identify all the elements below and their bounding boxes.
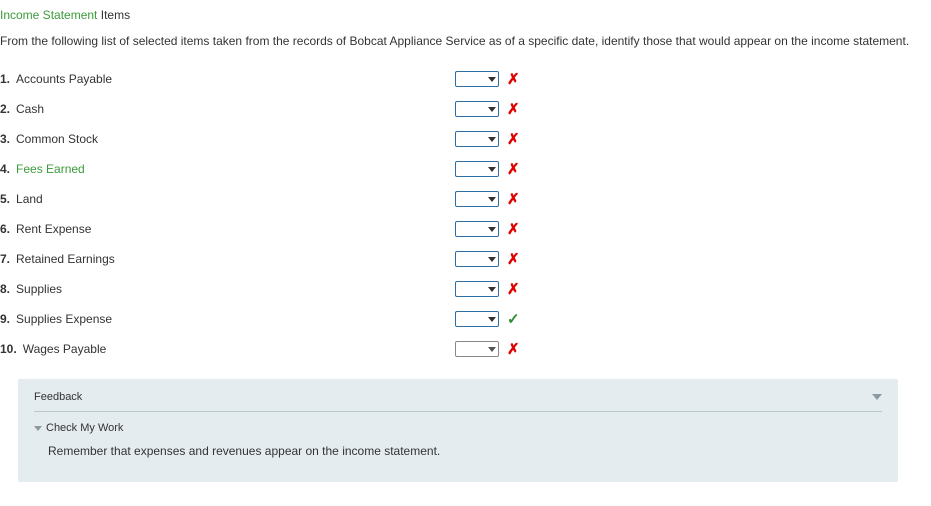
chevron-down-icon <box>488 257 496 262</box>
item-row: 6. Rent Expense ✗ <box>0 219 931 239</box>
item-label: 5. Land <box>0 192 455 206</box>
answer-dropdown[interactable] <box>455 131 499 147</box>
answer-dropdown[interactable] <box>455 311 499 327</box>
answer-dropdown[interactable] <box>455 251 499 267</box>
item-row: 1. Accounts Payable ✗ <box>0 69 931 89</box>
item-number: 3. <box>0 132 10 146</box>
x-icon: ✗ <box>507 162 520 177</box>
feedback-text: Remember that expenses and revenues appe… <box>48 444 882 458</box>
item-label: 6. Rent Expense <box>0 222 455 236</box>
collapse-icon[interactable] <box>872 394 882 400</box>
chevron-down-icon <box>488 287 496 292</box>
check-icon: ✓ <box>507 312 520 327</box>
chevron-down-icon <box>488 347 496 352</box>
chevron-down-icon <box>488 197 496 202</box>
x-icon: ✗ <box>507 102 520 117</box>
item-text: Rent Expense <box>16 222 91 236</box>
item-label: 8. Supplies <box>0 282 455 296</box>
answer-dropdown[interactable] <box>455 101 499 117</box>
item-number: 4. <box>0 162 10 176</box>
item-row: 7. Retained Earnings ✗ <box>0 249 931 269</box>
item-row: 8. Supplies ✗ <box>0 279 931 299</box>
answer-dropdown[interactable] <box>455 341 499 357</box>
item-row: 4. Fees Earned ✗ <box>0 159 931 179</box>
feedback-header: Feedback <box>34 391 882 412</box>
x-icon: ✗ <box>507 72 520 87</box>
answer-dropdown[interactable] <box>455 161 499 177</box>
chevron-down-icon <box>488 227 496 232</box>
item-text: Common Stock <box>16 132 98 146</box>
chevron-down-icon <box>34 426 42 431</box>
item-number: 8. <box>0 282 10 296</box>
check-my-work-label: Check My Work <box>46 422 123 434</box>
title-green: Income Statement <box>0 8 97 22</box>
x-icon: ✗ <box>507 282 520 297</box>
item-label: 9. Supplies Expense <box>0 312 455 326</box>
item-number: 1. <box>0 72 10 86</box>
item-text: Supplies <box>16 282 62 296</box>
x-icon: ✗ <box>507 252 520 267</box>
feedback-title: Feedback <box>34 391 82 403</box>
item-row: 3. Common Stock ✗ <box>0 129 931 149</box>
item-label: 2. Cash <box>0 102 455 116</box>
x-icon: ✗ <box>507 132 520 147</box>
item-text: Fees Earned <box>16 162 85 176</box>
chevron-down-icon <box>488 167 496 172</box>
item-text: Accounts Payable <box>16 72 112 86</box>
answer-dropdown[interactable] <box>455 221 499 237</box>
item-number: 10. <box>0 342 17 356</box>
chevron-down-icon <box>488 317 496 322</box>
page-title: Income Statement Items <box>0 8 931 22</box>
item-label: 3. Common Stock <box>0 132 455 146</box>
instructions-text: From the following list of selected item… <box>0 32 931 51</box>
chevron-down-icon <box>488 77 496 82</box>
x-icon: ✗ <box>507 342 520 357</box>
item-number: 9. <box>0 312 10 326</box>
item-text: Retained Earnings <box>16 252 115 266</box>
answer-dropdown[interactable] <box>455 71 499 87</box>
check-my-work-toggle[interactable]: Check My Work <box>34 422 882 434</box>
item-label: 7. Retained Earnings <box>0 252 455 266</box>
item-number: 2. <box>0 102 10 116</box>
items-list: 1. Accounts Payable ✗ 2. Cash ✗ 3. Common Stock… <box>0 69 931 359</box>
title-black: Items <box>101 8 130 22</box>
chevron-down-icon <box>488 137 496 142</box>
item-label: 10. Wages Payable <box>0 342 455 356</box>
item-row: 10. Wages Payable ✗ <box>0 339 931 359</box>
item-number: 5. <box>0 192 10 206</box>
item-text: Supplies Expense <box>16 312 112 326</box>
item-label: 4. Fees Earned <box>0 162 455 176</box>
item-text: Land <box>16 192 43 206</box>
item-row: 2. Cash ✗ <box>0 99 931 119</box>
item-label: 1. Accounts Payable <box>0 72 455 86</box>
item-number: 7. <box>0 252 10 266</box>
x-icon: ✗ <box>507 192 520 207</box>
answer-dropdown[interactable] <box>455 191 499 207</box>
chevron-down-icon <box>488 107 496 112</box>
x-icon: ✗ <box>507 222 520 237</box>
item-row: 5. Land ✗ <box>0 189 931 209</box>
item-text: Wages Payable <box>23 342 107 356</box>
item-text: Cash <box>16 102 44 116</box>
answer-dropdown[interactable] <box>455 281 499 297</box>
item-row: 9. Supplies Expense ✓ <box>0 309 931 329</box>
feedback-panel: Feedback Check My Work Remember that exp… <box>18 379 898 482</box>
item-number: 6. <box>0 222 10 236</box>
